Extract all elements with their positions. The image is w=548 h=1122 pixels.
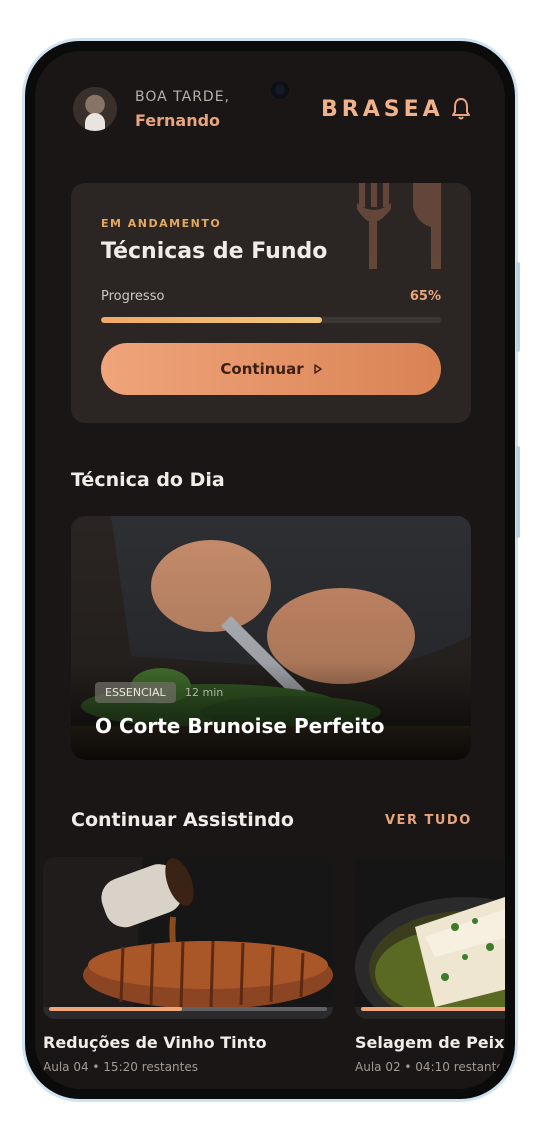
watch-progress-fill bbox=[361, 1007, 505, 1011]
bell-icon[interactable] bbox=[451, 97, 471, 121]
in-progress-card[interactable]: EM ANDAMENTO Técnicas de Fundo Progresso… bbox=[71, 183, 471, 423]
thumbnail-image bbox=[355, 857, 505, 1019]
watch-progress-fill bbox=[49, 1007, 183, 1011]
featured-technique-card[interactable]: ESSENCIAL 12 min O Corte Brunoise Perfei… bbox=[71, 516, 471, 760]
section-title-continue-watching: Continuar Assistindo bbox=[71, 809, 294, 831]
greeting-label: BOA TARDE, bbox=[135, 89, 231, 105]
see-all-link[interactable]: VER TUDO bbox=[385, 813, 472, 828]
avatar[interactable] bbox=[73, 87, 117, 131]
video-card[interactable]: Selagem de Peixe Aula 02 • 04:10 restant… bbox=[355, 857, 505, 1074]
user-name: Fernando bbox=[135, 111, 221, 130]
category-badge: ESSENCIAL bbox=[95, 682, 176, 703]
progress-bar-fill bbox=[101, 317, 322, 323]
progress-percent: 65% bbox=[409, 289, 441, 304]
status-label: EM ANDAMENTO bbox=[101, 217, 222, 230]
phone-bezel: BOA TARDE, Fernando BRASEA EM ANDAMENTO … bbox=[25, 41, 515, 1099]
volume-button bbox=[516, 262, 520, 352]
thumbnail-image bbox=[43, 857, 333, 1019]
video-meta: Aula 04 • 15:20 restantes bbox=[43, 1060, 198, 1074]
phone-frame: BOA TARDE, Fernando BRASEA EM ANDAMENTO … bbox=[22, 38, 518, 1102]
utensils-icon bbox=[357, 183, 441, 269]
video-card[interactable]: Reduções de Vinho Tinto Aula 04 • 15:20 … bbox=[43, 857, 333, 1074]
video-thumbnail bbox=[355, 857, 505, 1019]
play-icon bbox=[313, 364, 322, 374]
video-title: Reduções de Vinho Tinto bbox=[43, 1033, 267, 1052]
brand-logo: BRASEA bbox=[321, 97, 444, 122]
watch-progress-bar bbox=[361, 1007, 505, 1011]
duration-label: 12 min bbox=[185, 686, 224, 699]
front-camera bbox=[271, 81, 289, 99]
continue-button-label: Continuar bbox=[220, 360, 304, 378]
power-button bbox=[516, 446, 520, 538]
progress-label: Progresso bbox=[101, 289, 165, 304]
video-title: Selagem de Peixe bbox=[355, 1033, 505, 1052]
continue-button[interactable]: Continuar bbox=[101, 343, 441, 395]
course-title: Técnicas de Fundo bbox=[101, 239, 328, 264]
video-meta: Aula 02 • 04:10 restantes bbox=[355, 1060, 505, 1074]
section-title-technique: Técnica do Dia bbox=[71, 469, 225, 491]
watch-progress-bar bbox=[49, 1007, 327, 1011]
app-screen: BOA TARDE, Fernando BRASEA EM ANDAMENTO … bbox=[35, 51, 505, 1089]
progress-bar bbox=[101, 317, 441, 323]
video-thumbnail bbox=[43, 857, 333, 1019]
featured-title: O Corte Brunoise Perfeito bbox=[95, 714, 385, 738]
